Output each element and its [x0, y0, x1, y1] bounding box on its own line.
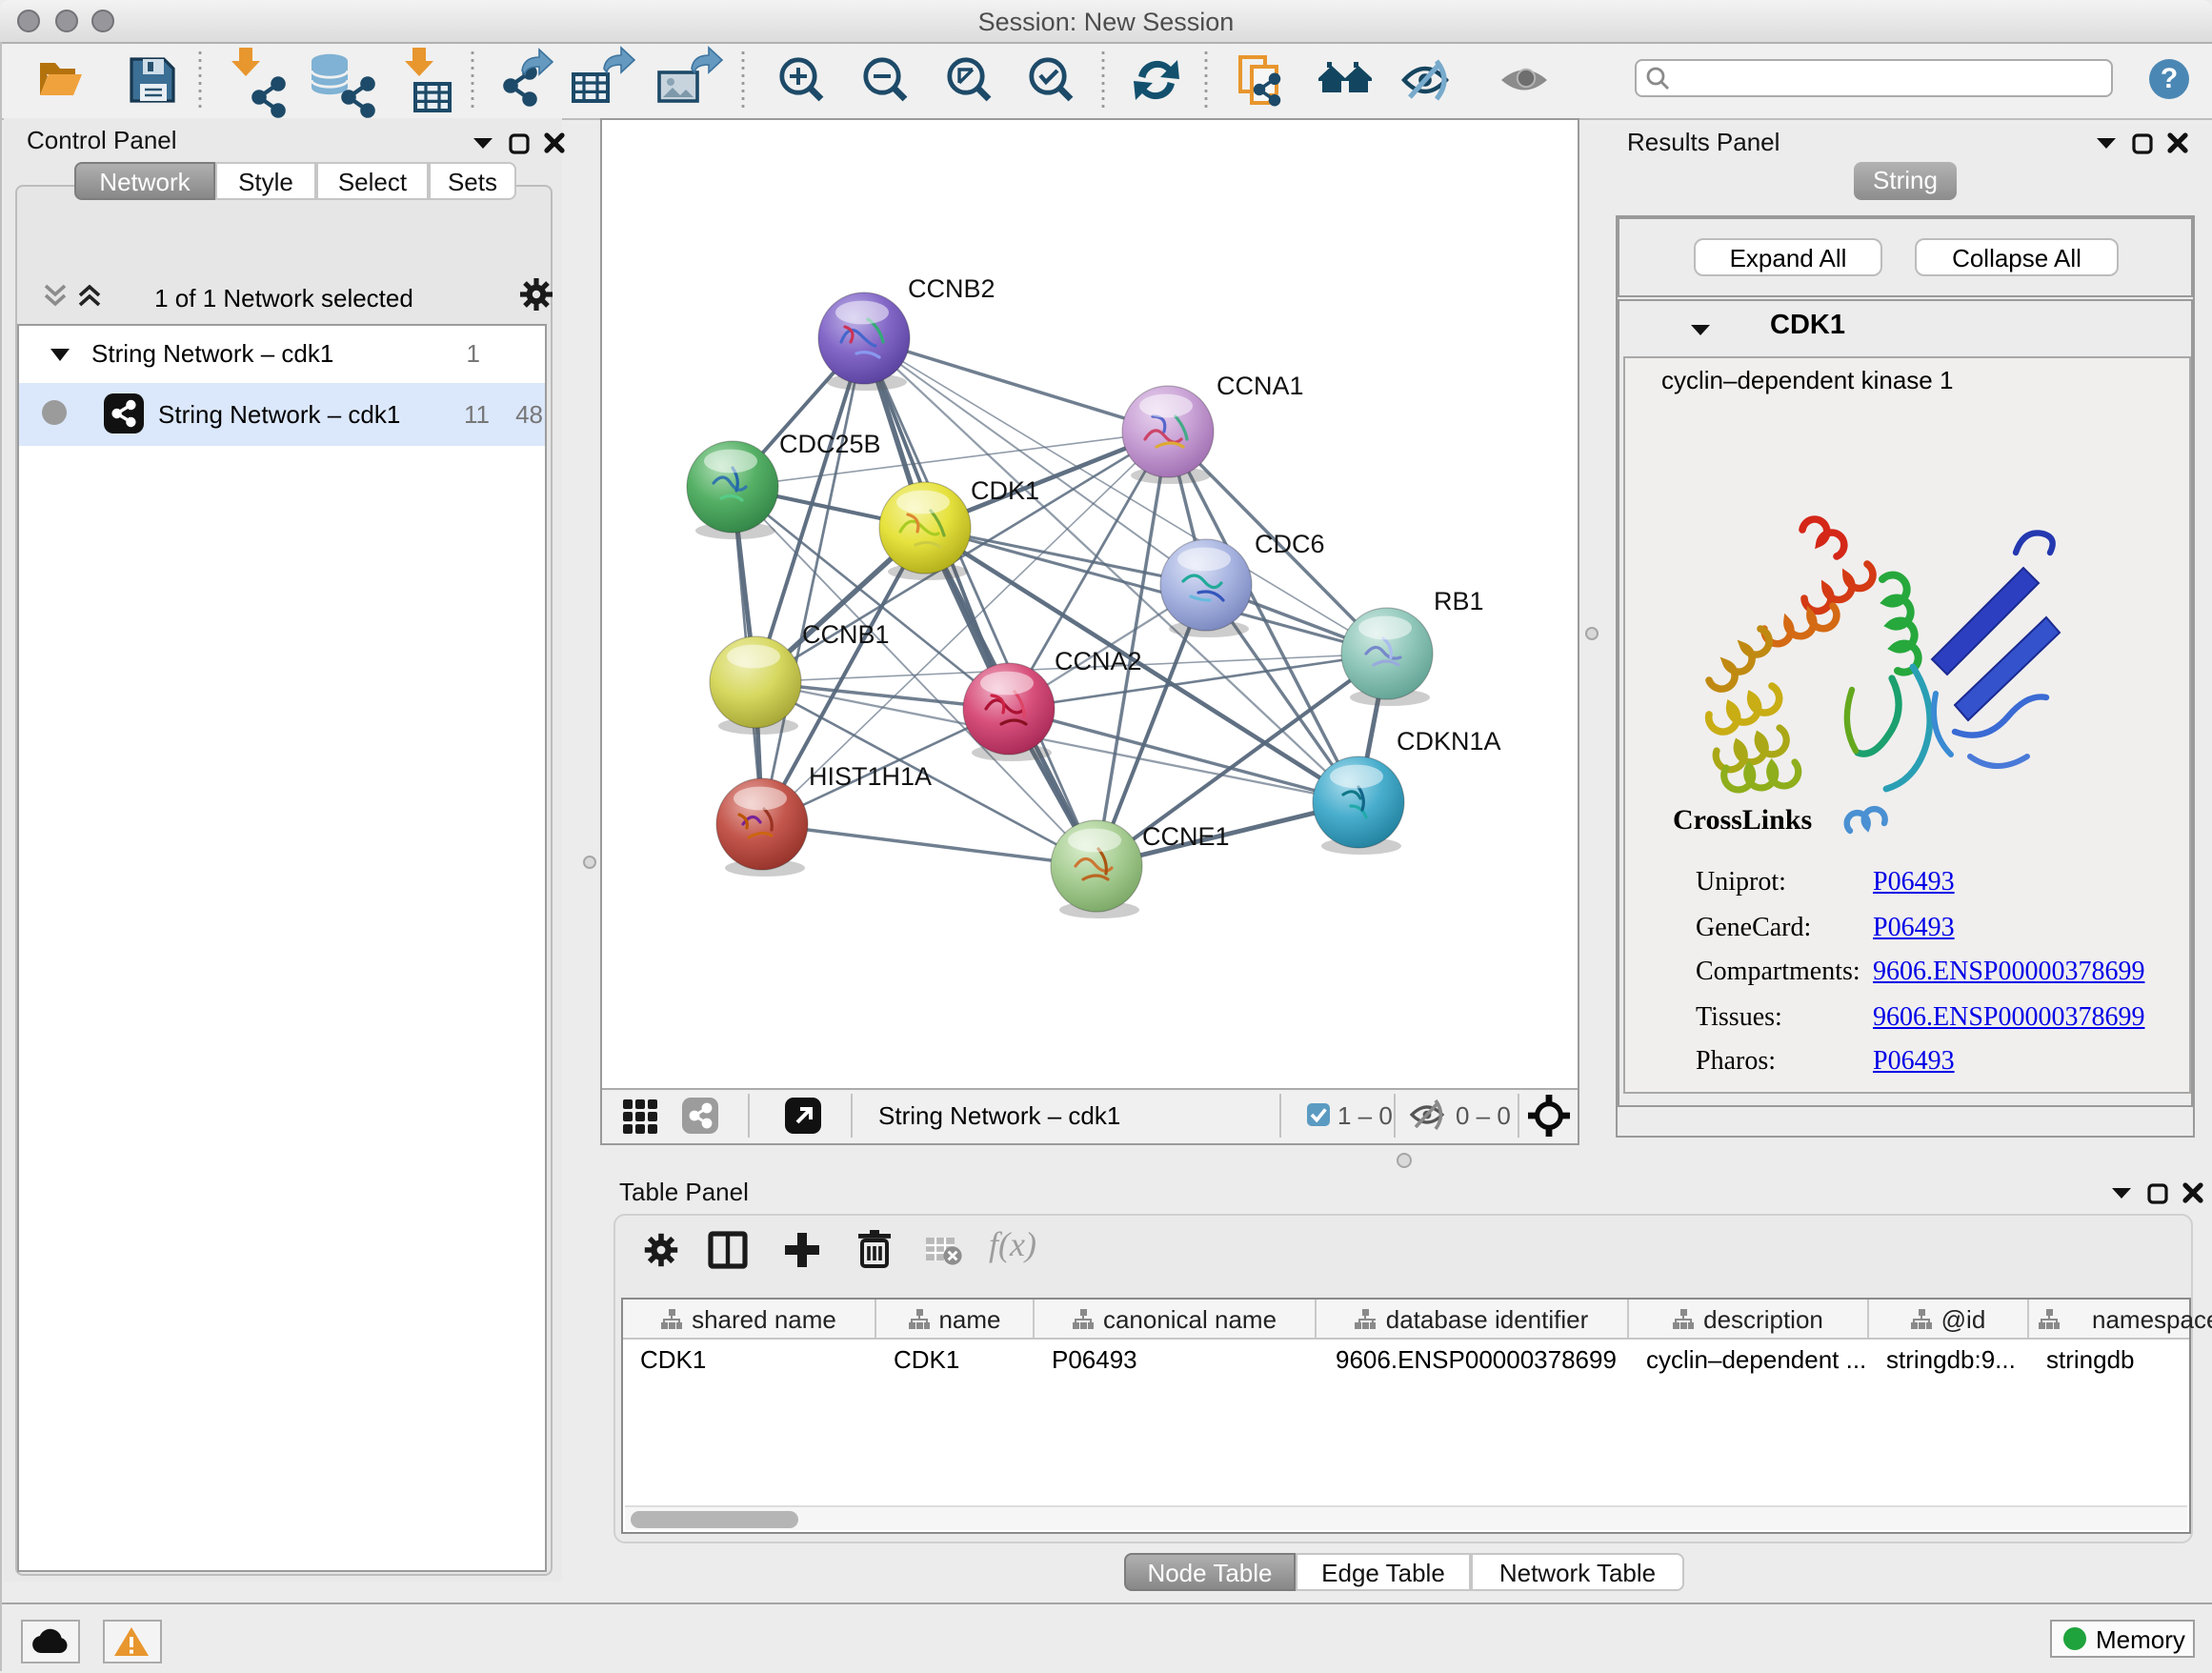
svg-text:CDC6: CDC6 [1255, 530, 1325, 558]
svg-text:CCNE1: CCNE1 [1142, 822, 1230, 851]
svg-text:HIST1H1A: HIST1H1A [809, 762, 932, 791]
svg-text:CCNB2: CCNB2 [908, 274, 995, 303]
svg-text:RB1: RB1 [1434, 587, 1484, 615]
svg-text:CCNA1: CCNA1 [1217, 372, 1304, 400]
svg-text:CDK1: CDK1 [971, 476, 1039, 505]
svg-text:CDKN1A: CDKN1A [1397, 727, 1501, 756]
svg-text:CCNB1: CCNB1 [802, 620, 890, 649]
svg-text:CDC25B: CDC25B [779, 430, 881, 458]
svg-text:CCNA2: CCNA2 [1055, 647, 1142, 675]
